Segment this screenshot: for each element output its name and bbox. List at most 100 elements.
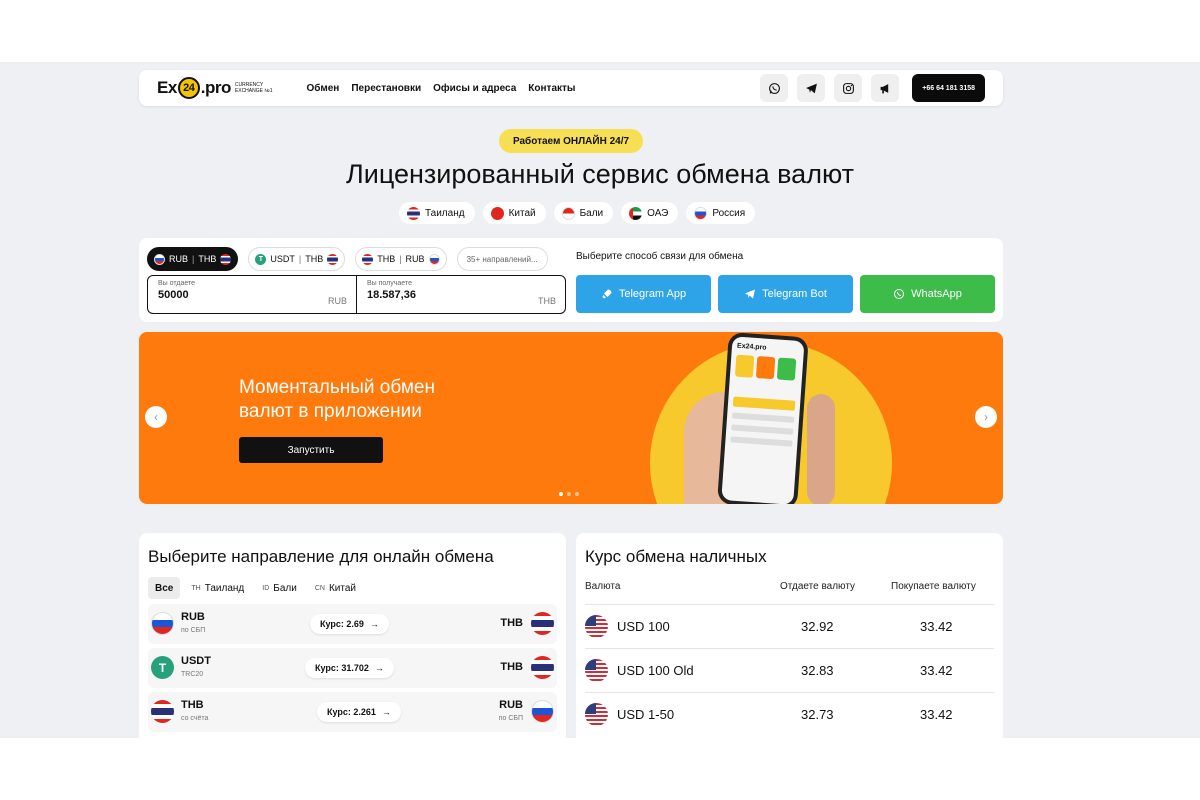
filter-label: Китай	[328, 582, 356, 594]
button-label: WhatsApp	[911, 288, 962, 300]
site-header: Ex 24 .pro Currency Exchange №1 Обмен Пе…	[139, 70, 1003, 106]
rate-pill[interactable]: Курс: 2.261 →	[317, 702, 401, 722]
logo-subtitle: Currency Exchange №1	[235, 82, 273, 94]
cash-sell: 32.92	[801, 619, 834, 634]
cash-currency: USD 100 Old	[617, 663, 694, 678]
carousel-prev-chevron-icon[interactable]: ‹	[145, 406, 167, 428]
direction-from: RUB	[181, 611, 205, 623]
rate-pill[interactable]: Курс: 31.702 →	[305, 658, 394, 678]
whatsapp-icon[interactable]	[760, 74, 789, 102]
telegram-icon[interactable]	[797, 74, 826, 102]
logo[interactable]: Ex 24 .pro Currency Exchange №1	[157, 77, 273, 99]
filter-code: CN	[314, 584, 325, 592]
app-tiles	[734, 354, 798, 381]
country-chips: Таиланд Китай Бали ОАЭ Россия	[399, 202, 756, 224]
get-field[interactable]: Вы получаете 18.587,36 THB	[356, 276, 565, 313]
direction-row[interactable]: RUB по СБП Курс: 2.69 → THB	[148, 604, 557, 644]
tether-icon: T	[151, 656, 174, 679]
pair-from: RUB	[169, 254, 189, 264]
direction-to-method: по СБП	[498, 715, 523, 722]
logo-badge-24: 24	[177, 77, 200, 99]
thailand-flag-icon	[220, 253, 232, 265]
rate-text: Курс: 31.702	[315, 663, 369, 673]
col-currency: Валюта	[585, 581, 621, 592]
cash-row: USD 1-50 32.73 33.42	[585, 692, 994, 736]
filter-code: TH	[191, 584, 201, 592]
country-label: Таиланд	[425, 207, 465, 219]
pair-separator: |	[298, 254, 302, 264]
whatsapp-button[interactable]: WhatsApp	[860, 275, 995, 313]
region-filters: Все TH Таиланд ID Бали CN Китай	[148, 577, 363, 599]
app-tile	[755, 356, 776, 380]
instagram-icon[interactable]	[834, 74, 863, 102]
nav-offices[interactable]: Офисы и адреса	[433, 83, 516, 94]
get-label: Вы получаете	[367, 280, 412, 287]
col-buy: Покупаете валюту	[891, 581, 976, 592]
direction-row[interactable]: T USDT TRC20 Курс: 31.702 → THB	[148, 648, 557, 688]
logo-sub-line2: Exchange №1	[234, 88, 273, 94]
pair-from: THB	[377, 254, 396, 264]
country-chip-thailand[interactable]: Таиланд	[399, 202, 475, 224]
filter-bali[interactable]: ID Бали	[255, 577, 304, 599]
thailand-flag-icon	[531, 612, 554, 635]
country-chip-china[interactable]: Китай	[482, 202, 546, 224]
indonesia-flag-icon	[561, 206, 575, 220]
telegram-bot-button[interactable]: Telegram Bot	[718, 275, 853, 313]
rate-pill[interactable]: Курс: 2.69 →	[310, 614, 389, 634]
carousel-dot[interactable]	[575, 492, 579, 496]
filter-china[interactable]: CN Китай	[308, 577, 363, 599]
directions-title: Выберите направление для онлайн обмена	[148, 547, 494, 566]
usa-flag-icon	[585, 615, 608, 638]
direction-from-method: TRC20	[181, 671, 204, 678]
rocket-icon	[602, 289, 612, 299]
app-tile	[734, 354, 755, 378]
give-amount-input[interactable]: 50000	[158, 289, 346, 301]
russia-flag-icon	[428, 253, 440, 265]
online-badge: Работаем ОНЛАЙН 24/7	[499, 129, 643, 153]
rate-text: Курс: 2.69	[320, 619, 364, 629]
launch-button[interactable]: Запустить	[239, 437, 383, 463]
nav-transfers[interactable]: Перестановки	[351, 83, 421, 94]
carousel-dot[interactable]	[567, 492, 571, 496]
country-chip-russia[interactable]: Россия	[686, 202, 756, 224]
get-amount-input[interactable]: 18.587,36	[367, 289, 555, 301]
app-row	[731, 424, 794, 435]
pair-usdt-thb[interactable]: T USDT | THB	[248, 247, 346, 271]
get-currency: THB	[538, 296, 556, 306]
nav-exchange[interactable]: Обмен	[307, 83, 340, 94]
nav-contacts[interactable]: Контакты	[528, 83, 575, 94]
cash-currency: USD 1-50	[617, 707, 675, 722]
thailand-flag-icon	[151, 700, 174, 723]
cash-buy: 33.42	[920, 663, 953, 678]
cash-buy: 33.42	[920, 619, 953, 634]
direction-row[interactable]: THB со счёта Курс: 2.261 → RUB по СБП	[148, 692, 557, 732]
china-flag-icon	[490, 206, 504, 220]
give-field[interactable]: Вы отдаете 50000 RUB	[148, 276, 356, 313]
thailand-flag-icon	[362, 253, 374, 265]
uae-flag-icon	[629, 206, 643, 220]
telegram-app-button[interactable]: Telegram App	[576, 275, 711, 313]
phone-button[interactable]: +66 64 181 3158	[912, 74, 985, 102]
more-directions-button[interactable]: 35+ направлений...	[456, 247, 548, 271]
pair-thb-rub[interactable]: THB | RUB	[355, 247, 447, 271]
tether-icon: T	[255, 253, 267, 265]
filter-thailand[interactable]: TH Таиланд	[184, 577, 251, 599]
direction-from: USDT	[181, 655, 211, 667]
directions-card: Выберите направление для онлайн обмена В…	[139, 533, 566, 738]
megaphone-icon[interactable]	[871, 74, 900, 102]
logo-text-pro: .pro	[200, 78, 232, 97]
cash-row: USD 100 32.92 33.42	[585, 604, 994, 648]
carousel-dot[interactable]	[559, 492, 563, 496]
whatsapp-icon	[894, 289, 905, 299]
header-actions: +66 64 181 3158	[760, 74, 985, 102]
page-viewport: Ex 24 .pro Currency Exchange №1 Обмен Пе…	[0, 62, 1200, 738]
carousel-next-chevron-icon[interactable]: ›	[975, 406, 997, 428]
filter-label: Таиланд	[204, 582, 245, 594]
country-chip-uae[interactable]: ОАЭ	[621, 202, 679, 224]
contact-label: Выберите способ связи для обмена	[576, 251, 744, 262]
cash-currency: USD 100	[617, 619, 670, 634]
pair-rub-thb[interactable]: RUB | THB	[147, 247, 239, 271]
filter-all[interactable]: Все	[148, 577, 181, 599]
thailand-flag-icon	[327, 253, 339, 265]
country-chip-bali[interactable]: Бали	[553, 202, 614, 224]
